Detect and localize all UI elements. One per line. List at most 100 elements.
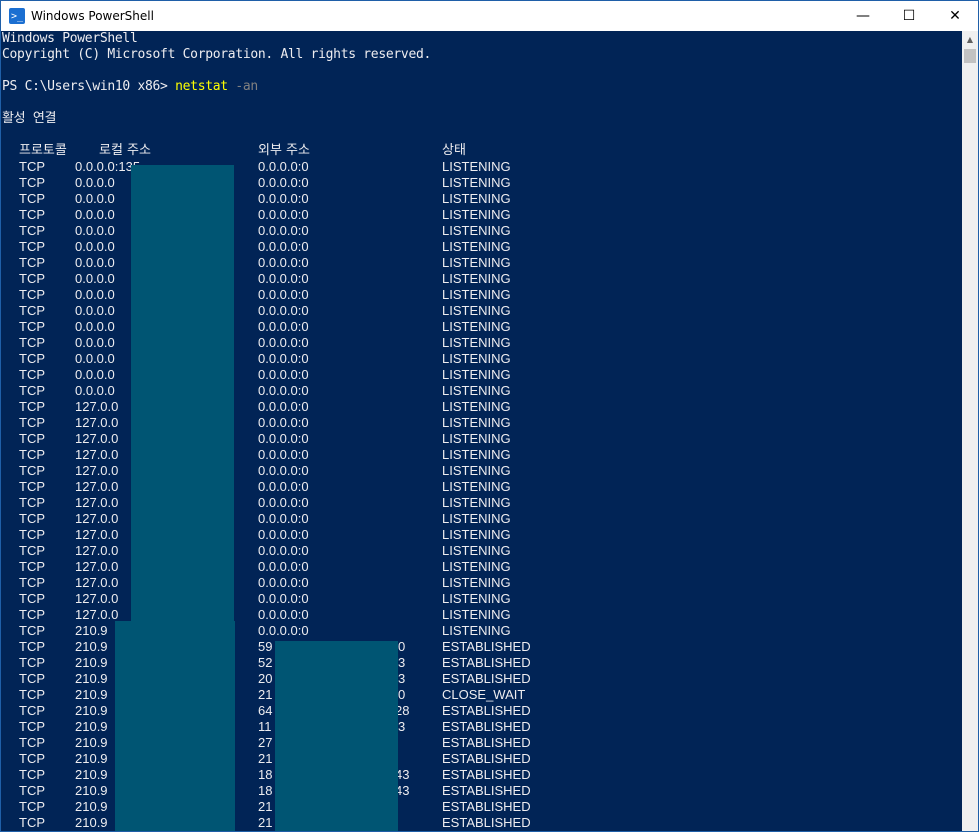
row-local-address: 127.0.0 [75, 527, 119, 542]
row-local-address: 0.0.0.0 [75, 191, 115, 206]
window-controls: — ☐ ✕ [840, 1, 978, 31]
row-foreign-address: 0.0.0.0:0 [258, 591, 309, 606]
row-state: LISTENING [442, 527, 511, 542]
row-proto: TCP [19, 703, 45, 718]
row-foreign-address: 27 [258, 735, 273, 750]
row-local-address: 210.9 [75, 703, 108, 718]
row-proto: TCP [19, 591, 45, 606]
row-state: LISTENING [442, 351, 511, 366]
row-state: LISTENING [442, 447, 511, 462]
row-proto: TCP [19, 223, 45, 238]
row-local-address: 127.0.0 [75, 463, 119, 478]
row-proto: TCP [19, 191, 45, 206]
row-state: ESTABLISHED [442, 815, 531, 830]
row-foreign-address: 0.0.0.0:0 [258, 319, 309, 334]
row-foreign-address: 0.0.0.0:0 [258, 527, 309, 542]
section-title: 활성 연결 [2, 111, 57, 126]
row-local-address: 0.0.0.0 [75, 239, 115, 254]
row-proto: TCP [19, 399, 45, 414]
row-state: LISTENING [442, 431, 511, 446]
row-foreign-address: 0.0.0.0:0 [258, 159, 309, 174]
row-local-address: 210.9 [75, 735, 108, 750]
row-local-address: 127.0.0 [75, 431, 119, 446]
row-local-address: 0.0.0.0 [75, 175, 115, 190]
row-foreign-address-tail: 0 [398, 639, 406, 654]
scroll-up-icon[interactable]: ▲ [962, 31, 978, 47]
row-foreign-address: 0.0.0.0:0 [258, 575, 309, 590]
row-state: LISTENING [442, 319, 511, 334]
row-state: ESTABLISHED [442, 655, 531, 670]
row-local-address: 210.9 [75, 815, 108, 830]
prompt: PS C:\Users\win10 x86> [2, 79, 176, 94]
row-proto: TCP [19, 735, 45, 750]
powershell-icon: >_ [9, 8, 25, 24]
row-local-address: 127.0.0 [75, 447, 119, 462]
row-state: LISTENING [442, 495, 511, 510]
row-proto: TCP [19, 351, 45, 366]
row-local-address: 210.9 [75, 639, 108, 654]
row-state: LISTENING [442, 207, 511, 222]
vertical-scrollbar[interactable]: ▲ [962, 31, 978, 831]
banner-title: Windows PowerShell [2, 31, 138, 46]
row-state: ESTABLISHED [442, 671, 531, 686]
row-proto: TCP [19, 271, 45, 286]
row-state: LISTENING [442, 287, 511, 302]
row-state: LISTENING [442, 335, 511, 350]
row-foreign-address: 0.0.0.0:0 [258, 335, 309, 350]
row-state: LISTENING [442, 575, 511, 590]
row-proto: TCP [19, 447, 45, 462]
console-output[interactable]: Windows PowerShell Copyright (C) Microso… [1, 31, 962, 831]
row-proto: TCP [19, 479, 45, 494]
close-button[interactable]: ✕ [932, 1, 978, 31]
row-foreign-address: 0.0.0.0:0 [258, 271, 309, 286]
row-local-address: 0.0.0.0 [75, 319, 115, 334]
row-foreign-address-tail: 3 [398, 655, 406, 670]
redaction-block [131, 165, 234, 625]
row-proto: TCP [19, 815, 45, 830]
redaction-block [275, 641, 398, 831]
row-foreign-address: 0.0.0.0:0 [258, 495, 309, 510]
row-foreign-address: 18 [258, 767, 273, 782]
row-foreign-address: 21 [258, 687, 273, 702]
row-proto: TCP [19, 767, 45, 782]
row-proto: TCP [19, 719, 45, 734]
row-state: LISTENING [442, 239, 511, 254]
powershell-window: >_ Windows PowerShell — ☐ ✕ Windows Powe… [0, 0, 979, 832]
row-proto: TCP [19, 383, 45, 398]
row-state: ESTABLISHED [442, 703, 531, 718]
row-state: LISTENING [442, 559, 511, 574]
title-bar[interactable]: >_ Windows PowerShell — ☐ ✕ [1, 1, 978, 31]
row-proto: TCP [19, 543, 45, 558]
window-title: Windows PowerShell [31, 9, 154, 23]
row-local-address: 210.9 [75, 799, 108, 814]
row-foreign-address: 0.0.0.0:0 [258, 223, 309, 238]
scroll-thumb[interactable] [964, 49, 976, 63]
minimize-button[interactable]: — [840, 1, 886, 31]
row-local-address: 210.9 [75, 671, 108, 686]
row-foreign-address: 0.0.0.0:0 [258, 479, 309, 494]
header-proto: 프로토콜 [19, 143, 67, 158]
row-local-address: 210.9 [75, 687, 108, 702]
row-local-address: 210.9 [75, 767, 108, 782]
row-local-address: 0.0.0.0 [75, 271, 115, 286]
row-state: LISTENING [442, 175, 511, 190]
row-state: ESTABLISHED [442, 735, 531, 750]
row-foreign-address: 0.0.0.0:0 [258, 239, 309, 254]
maximize-button[interactable]: ☐ [886, 1, 932, 31]
row-foreign-address: 52 [258, 655, 273, 670]
row-proto: TCP [19, 431, 45, 446]
row-proto: TCP [19, 239, 45, 254]
row-local-address: 0.0.0.0 [75, 287, 115, 302]
row-proto: TCP [19, 623, 45, 638]
banner-copyright: Copyright (C) Microsoft Corporation. All… [2, 47, 432, 62]
row-proto: TCP [19, 687, 45, 702]
row-proto: TCP [19, 303, 45, 318]
row-proto: TCP [19, 655, 45, 670]
row-proto: TCP [19, 175, 45, 190]
row-foreign-address-tail: 0 [398, 687, 406, 702]
row-local-address: 210.9 [75, 623, 108, 638]
row-local-address: 127.0.0 [75, 479, 119, 494]
prompt-line: PS C:\Users\win10 x86> netstat -an [2, 79, 258, 95]
row-proto: TCP [19, 639, 45, 654]
row-local-address: 127.0.0 [75, 415, 119, 430]
